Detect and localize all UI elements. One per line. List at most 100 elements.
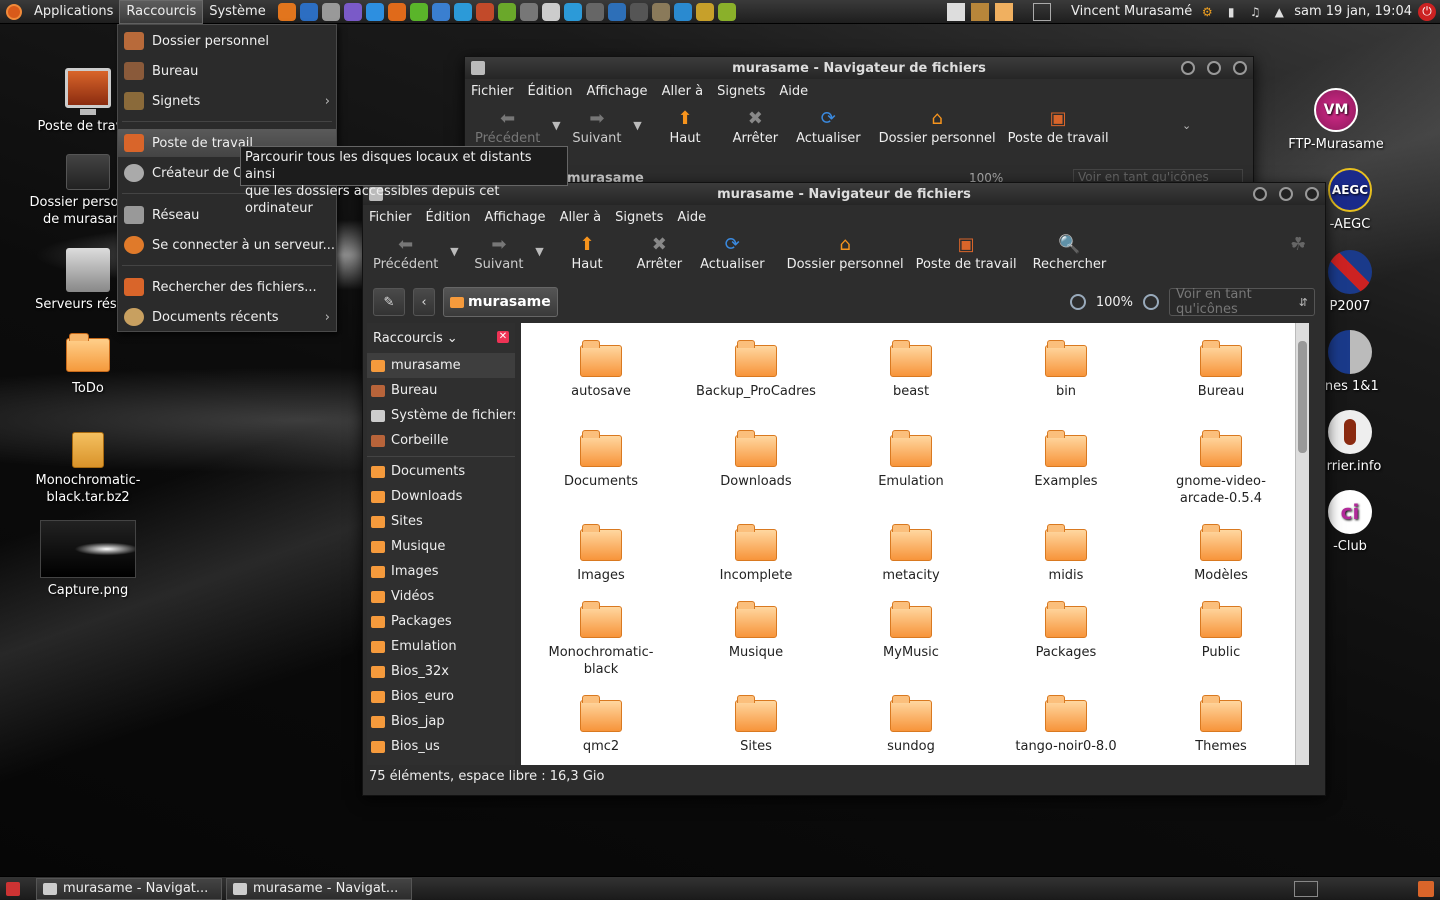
file-item[interactable]: Themes bbox=[1146, 695, 1296, 755]
forward-button[interactable]: ➡ Suivant bbox=[566, 103, 627, 147]
tools-launcher-icon[interactable] bbox=[629, 2, 648, 21]
firefox-launcher-icon[interactable] bbox=[277, 2, 296, 21]
menu-item-dossier-personnel[interactable]: Dossier personnel bbox=[118, 27, 336, 55]
file-item[interactable]: Public bbox=[1146, 601, 1296, 661]
leaf-launcher-icon[interactable] bbox=[717, 2, 736, 21]
gear-launcher-icon[interactable] bbox=[585, 2, 604, 21]
file-item[interactable]: Monochromatic-black bbox=[526, 601, 676, 678]
minimize-button[interactable] bbox=[1181, 61, 1195, 75]
view-mode-select[interactable]: Voir en tant qu'icônes ⇵ bbox=[1169, 287, 1315, 317]
file-browser-window-back[interactable]: murasame - Navigateur de fichiers Fichie… bbox=[464, 56, 1254, 190]
menu-item-connect-server[interactable]: Se connecter à un serveur... bbox=[118, 231, 336, 259]
taskbar-window-button[interactable]: murasame - Navigat... bbox=[226, 877, 412, 900]
up-button[interactable]: ⬆ Haut bbox=[664, 103, 707, 147]
sidebar-item-bios-32x[interactable]: Bios_32x bbox=[367, 659, 515, 684]
menu-signets[interactable]: Signets bbox=[615, 210, 663, 225]
close-button[interactable] bbox=[1305, 187, 1319, 201]
file-item[interactable]: metacity bbox=[836, 524, 986, 584]
file-item[interactable]: Modèles bbox=[1146, 524, 1296, 584]
sidebar-item-bios-euro[interactable]: Bios_euro bbox=[367, 684, 515, 709]
shield-launcher-icon[interactable] bbox=[651, 2, 670, 21]
close-button[interactable] bbox=[1233, 61, 1247, 75]
sidebar-item-bureau[interactable]: Bureau bbox=[367, 378, 515, 403]
sidebar-item-systeme[interactable]: Système de fichiers bbox=[367, 403, 515, 428]
desktop-icon-todo[interactable]: ToDo bbox=[28, 333, 148, 397]
file-item[interactable]: Backup_ProCadres bbox=[681, 340, 831, 400]
file-item[interactable]: Incomplete bbox=[681, 524, 831, 584]
screenshot-tray-icon[interactable] bbox=[946, 2, 965, 21]
taskbar-window-button[interactable]: murasame - Navigat... bbox=[36, 877, 222, 900]
maximize-button[interactable] bbox=[1207, 61, 1221, 75]
file-item[interactable]: beast bbox=[836, 340, 986, 400]
sidebar-item-downloads[interactable]: Downloads bbox=[367, 484, 515, 509]
file-item[interactable]: MyMusic bbox=[836, 601, 986, 661]
trash-icon[interactable] bbox=[1418, 880, 1434, 897]
desktop-icon-capture[interactable]: Capture.png bbox=[28, 520, 148, 599]
menu-aide[interactable]: Aide bbox=[779, 84, 808, 99]
toolbar-overflow-dropdown[interactable]: ⌄ bbox=[1177, 103, 1197, 132]
sidebar-item-documents[interactable]: Documents bbox=[367, 459, 515, 484]
ubuntu-logo-icon[interactable] bbox=[6, 3, 22, 20]
file-icon-view[interactable]: autosave Backup_ProCadres beast bin Bure… bbox=[521, 323, 1309, 765]
update-launcher-icon[interactable] bbox=[387, 2, 406, 21]
show-desktop-icon[interactable] bbox=[6, 881, 20, 896]
box-launcher-icon[interactable] bbox=[563, 2, 582, 21]
zoom-in-icon[interactable] bbox=[1143, 294, 1159, 310]
side-pane-selector[interactable]: Raccourcis ⌄ ✕ bbox=[367, 323, 515, 353]
computer-button[interactable]: ▣ Poste de travail bbox=[910, 229, 1023, 273]
breadcrumb-scroll-left[interactable]: ‹ bbox=[413, 288, 435, 316]
menu-aller-a[interactable]: Aller à bbox=[560, 210, 602, 225]
file-item[interactable]: gnome-video-arcade-0.5.4 bbox=[1146, 430, 1296, 507]
user-name[interactable]: Vincent Murasamé bbox=[1071, 4, 1192, 19]
folder-tray-icon[interactable] bbox=[994, 2, 1013, 21]
file-item[interactable]: Bureau bbox=[1146, 340, 1296, 400]
cube-launcher-icon[interactable] bbox=[541, 2, 560, 21]
sidebar-item-bios-us[interactable]: Bios_us bbox=[367, 734, 515, 759]
file-item[interactable]: Musique bbox=[681, 601, 831, 661]
menu-affichage[interactable]: Affichage bbox=[586, 84, 647, 99]
stop-button[interactable]: ✖ Arrêter bbox=[727, 103, 785, 147]
home-button[interactable]: ⌂ Dossier personnel bbox=[781, 229, 910, 273]
signal-tray-icon[interactable]: ▮ bbox=[1222, 3, 1240, 21]
menu-signets[interactable]: Signets bbox=[717, 84, 765, 99]
menu-applications[interactable]: Applications bbox=[28, 0, 119, 24]
titlebar[interactable]: murasame - Navigateur de fichiers bbox=[465, 57, 1253, 79]
file-item[interactable]: autosave bbox=[526, 340, 676, 400]
window-menu-icon[interactable] bbox=[471, 61, 485, 75]
file-item[interactable]: Emulation bbox=[836, 430, 986, 490]
forward-history-dropdown[interactable]: ▼ bbox=[530, 229, 550, 258]
forward-history-dropdown[interactable]: ▼ bbox=[628, 103, 648, 132]
menu-item-documents-recents[interactable]: Documents récents › bbox=[118, 303, 336, 331]
back-button[interactable]: ⬅ Précédent bbox=[469, 103, 546, 147]
computer-button[interactable]: ▣ Poste de travail bbox=[1002, 103, 1115, 147]
file-item[interactable]: bin bbox=[991, 340, 1141, 400]
menu-raccourcis[interactable]: Raccourcis bbox=[119, 0, 204, 24]
sidebar-item-bios-jap[interactable]: Bios_jap bbox=[367, 709, 515, 734]
reload-button[interactable]: ⟳ Actualiser bbox=[694, 229, 770, 273]
sidebar-item-murasame[interactable]: murasame bbox=[367, 353, 515, 378]
file-item[interactable]: Images bbox=[526, 524, 676, 584]
power-icon[interactable]: ⏻ bbox=[1418, 2, 1436, 21]
chart-launcher-icon[interactable] bbox=[673, 2, 692, 21]
file-item[interactable]: Examples bbox=[991, 430, 1141, 490]
refresh-launcher-icon[interactable] bbox=[409, 2, 428, 21]
maximize-button[interactable] bbox=[1279, 187, 1293, 201]
mail-launcher-icon[interactable] bbox=[321, 2, 340, 21]
book-launcher-icon[interactable] bbox=[695, 2, 714, 21]
chat-launcher-icon[interactable] bbox=[343, 2, 362, 21]
sidebar-item-corbeille[interactable]: Corbeille bbox=[367, 428, 515, 453]
toggle-location-button[interactable]: ✎ bbox=[373, 288, 405, 316]
keyring-tray-icon[interactable]: ⚙ bbox=[1198, 3, 1216, 21]
menu-item-bureau[interactable]: Bureau bbox=[118, 57, 336, 85]
up-button[interactable]: ⬆ Haut bbox=[566, 229, 609, 273]
file-item[interactable]: Sites bbox=[681, 695, 831, 755]
file-item[interactable]: sundog bbox=[836, 695, 986, 755]
sidebar-item-packages[interactable]: Packages bbox=[367, 609, 515, 634]
reload-button[interactable]: ⟳ Actualiser bbox=[790, 103, 866, 147]
menu-fichier[interactable]: Fichier bbox=[471, 84, 514, 99]
terminal-tray-icon[interactable] bbox=[1032, 2, 1051, 21]
scrollbar-thumb[interactable] bbox=[1298, 341, 1307, 453]
back-history-dropdown[interactable]: ▼ bbox=[546, 103, 566, 132]
play-launcher-icon[interactable] bbox=[497, 2, 516, 21]
settings-tray-icon[interactable] bbox=[970, 2, 989, 21]
